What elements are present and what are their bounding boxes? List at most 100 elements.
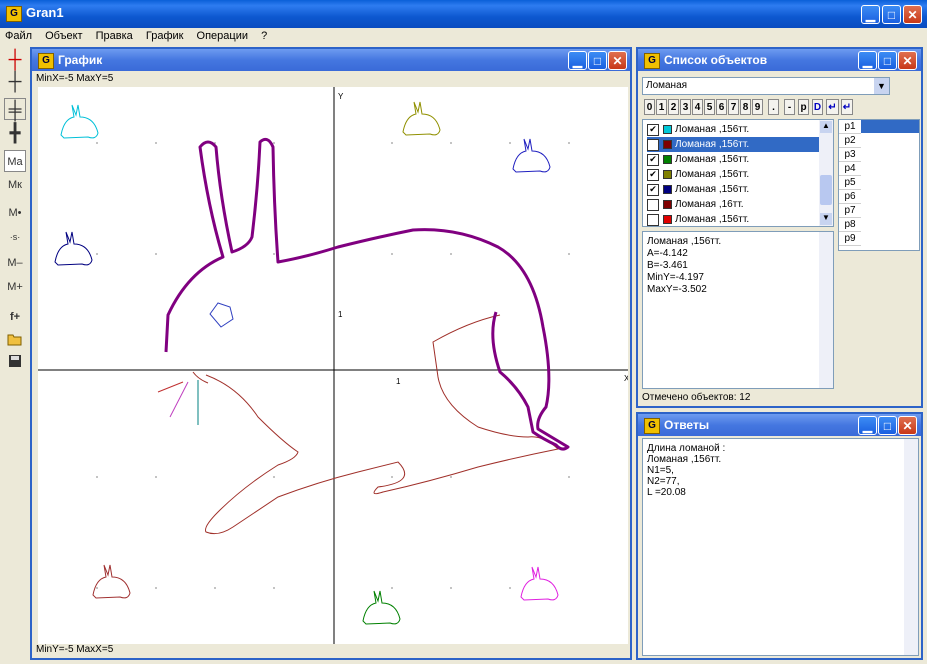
answers-minimize-button[interactable]: ▁ [858, 416, 877, 435]
list-item[interactable]: ✔ Ломаная ,156тт. [647, 167, 819, 182]
key-p[interactable]: p [798, 99, 809, 115]
scroll-thumb[interactable] [820, 175, 832, 205]
answers-maximize-button[interactable]: □ [878, 416, 897, 435]
objects-title: Список объектов [664, 53, 768, 67]
list-item-label: Ломаная ,16тт. [675, 199, 744, 210]
menu-edit[interactable]: Правка [91, 28, 138, 44]
checkbox[interactable]: ✔ [647, 139, 659, 151]
close-button[interactable]: ✕ [903, 5, 922, 24]
pink-whisker [169, 381, 189, 418]
objects-maximize-button[interactable]: □ [878, 51, 897, 70]
param-label: p7 [839, 204, 861, 218]
list-item[interactable]: ✔ Ломаная ,156тт. [647, 152, 819, 167]
key-1[interactable]: 1 [656, 99, 667, 115]
object-type-combo[interactable]: Ломаная ▼ [642, 77, 890, 95]
param-selected-cell[interactable] [861, 120, 919, 133]
checkbox[interactable]: ✔ [647, 184, 659, 196]
object-list[interactable]: ✔ Ломаная ,156тт. ✔ Ломаная ,156тт. ✔ Ло… [642, 119, 834, 227]
info-scrollbar[interactable] [819, 232, 833, 388]
graph-bottom-status: MinY=-5 MaxX=5 [36, 644, 114, 655]
minimize-button[interactable]: ▁ [861, 5, 880, 24]
enter-arrow-icon[interactable]: ↵ [826, 99, 839, 115]
answers-text-box[interactable]: Длина ломаной : Ломаная ,156тт. N1=5, N2… [642, 438, 919, 656]
checkbox[interactable]: ✔ [647, 154, 659, 166]
answers-scrollbar[interactable] [904, 439, 918, 655]
checkbox[interactable] [647, 199, 659, 211]
f-plus-icon[interactable]: f+ [4, 306, 26, 328]
key-5[interactable]: 5 [704, 99, 715, 115]
graph-minimize-button[interactable]: ▁ [568, 51, 587, 70]
graph-close-button[interactable]: ✕ [608, 51, 627, 70]
scale-icon[interactable]: ·s· [4, 226, 26, 248]
m-plus-icon[interactable]: M+ [4, 276, 26, 298]
small-rabbit-brown [92, 564, 131, 599]
color-swatch [663, 185, 672, 194]
menu-object[interactable]: Объект [40, 28, 87, 44]
list-item[interactable]: ✔ Ломаная ,156тт. [647, 122, 819, 137]
color-swatch [663, 155, 672, 164]
key-4[interactable]: 4 [692, 99, 703, 115]
graph-top-status: MinX=-5 MaxY=5 [36, 73, 114, 84]
key-0[interactable]: 0 [644, 99, 655, 115]
checkbox[interactable] [647, 214, 659, 226]
mark-a-icon[interactable]: Ma [4, 150, 26, 172]
object-list-scrollbar[interactable]: ▲ ▼ [819, 120, 833, 226]
small-rabbit-blue [512, 138, 551, 173]
graph-titlebar[interactable]: G График ▁ □ ✕ [32, 49, 630, 71]
graph-window-icon: G [38, 53, 54, 69]
key-6[interactable]: 6 [716, 99, 727, 115]
main-titlebar[interactable]: G Gran1 ▁ □ ✕ [0, 0, 927, 28]
key-9[interactable]: 9 [752, 99, 763, 115]
key-2[interactable]: 2 [668, 99, 679, 115]
objects-close-button[interactable]: ✕ [898, 51, 917, 70]
small-rabbit-navy [54, 231, 93, 266]
key-dot[interactable]: . [768, 99, 779, 115]
key-minus[interactable]: - [784, 99, 795, 115]
menu-file[interactable]: Файл [0, 28, 37, 44]
key-7[interactable]: 7 [728, 99, 739, 115]
graph-title: График [58, 53, 103, 67]
blue-eye-pentagon [209, 302, 234, 328]
key-3[interactable]: 3 [680, 99, 691, 115]
answers-close-button[interactable]: ✕ [898, 416, 917, 435]
key-8[interactable]: 8 [740, 99, 751, 115]
axes-grid-icon[interactable]: ╪ [4, 98, 26, 120]
list-item[interactable]: ✔ Ломаная ,156тт. [647, 182, 819, 197]
save-disk-icon[interactable] [4, 350, 26, 372]
chevron-down-icon[interactable]: ▼ [874, 78, 889, 94]
list-item[interactable]: Ломаная ,16тт. [647, 197, 819, 212]
graph-maximize-button[interactable]: □ [588, 51, 607, 70]
list-item[interactable]: Ломаная ,156тт. [647, 212, 819, 227]
param-label: p3 [839, 148, 861, 162]
objects-titlebar[interactable]: G Список объектов ▁ □ ✕ [638, 49, 921, 71]
objects-minimize-button[interactable]: ▁ [858, 51, 877, 70]
mark-k-icon[interactable]: Mк [4, 174, 26, 196]
menu-graph[interactable]: График [141, 28, 189, 44]
list-item-label: Ломаная ,156тт. [675, 169, 750, 180]
m-point-icon[interactable]: M• [4, 202, 26, 224]
scroll-down-icon[interactable]: ▼ [820, 213, 832, 225]
open-folder-icon[interactable] [4, 328, 26, 350]
list-item-label: Ломаная ,156тт. [675, 184, 750, 195]
axes-ticks-icon[interactable]: ╋ [4, 122, 26, 144]
object-info-box[interactable]: Ломаная ,156тт. A=-4.142 B=-3.461 MinY=-… [642, 231, 834, 389]
key-d[interactable]: D [812, 99, 823, 115]
answers-titlebar[interactable]: G Ответы ▁ □ ✕ [638, 414, 921, 436]
menu-help[interactable]: ? [256, 28, 272, 44]
axes-icon[interactable]: ┼ [4, 70, 26, 92]
m-minus-icon[interactable]: M– [4, 252, 26, 274]
menu-operations[interactable]: Операции [192, 28, 253, 44]
axes-red-icon[interactable]: ┼ [4, 48, 26, 70]
answer-line: Ломаная ,156тт. [647, 454, 722, 465]
info-line: MinY=-4.197 [647, 272, 704, 283]
enter-small-icon[interactable]: ↵ [841, 99, 853, 115]
list-item-label: Ломаная ,156тт. [675, 154, 750, 165]
scroll-up-icon[interactable]: ▲ [820, 121, 832, 133]
list-item-selected[interactable]: ✔ Ломаная ,156тт. [647, 137, 819, 152]
checkbox[interactable]: ✔ [647, 169, 659, 181]
maximize-button[interactable]: □ [882, 5, 901, 24]
checkbox[interactable]: ✔ [647, 124, 659, 136]
graph-canvas[interactable]: X Y 1 1 [38, 87, 628, 644]
param-grid[interactable]: p1 p2 p3 p4 p5 p6 p7 p8 p9 [838, 119, 920, 251]
selected-count-label: Отмечено объектов: [642, 392, 737, 403]
